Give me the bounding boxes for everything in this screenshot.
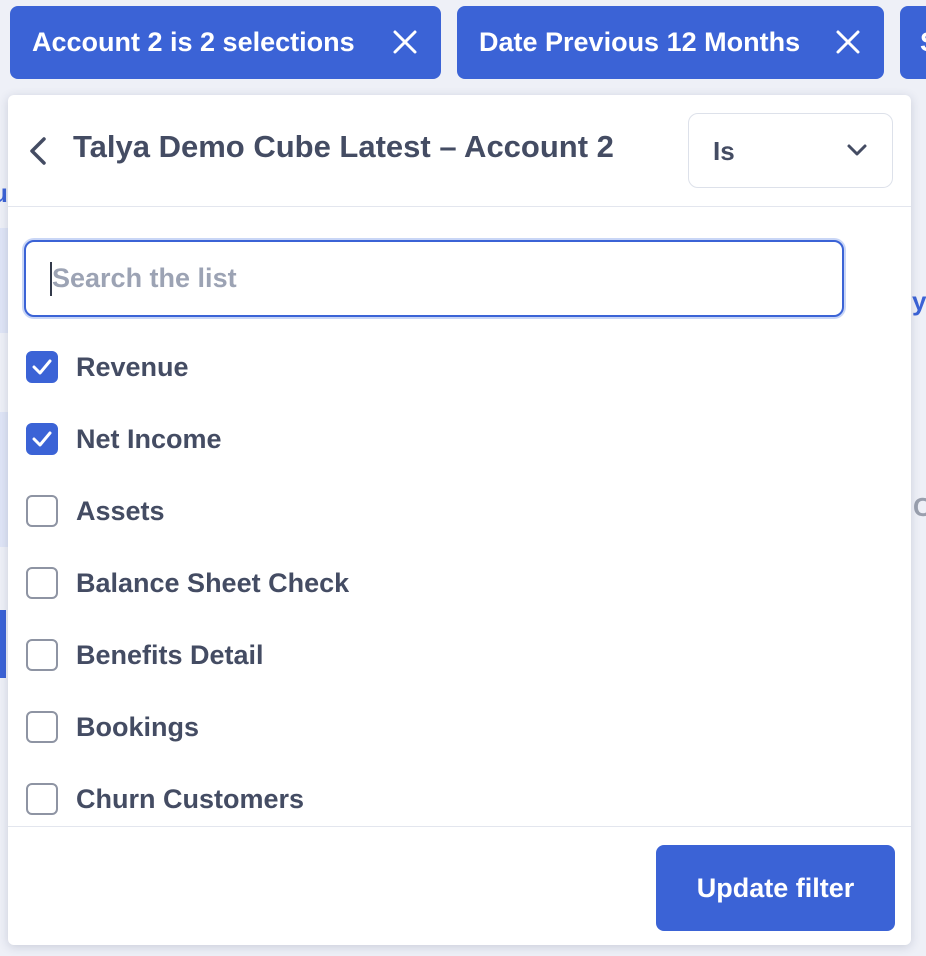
list-item[interactable]: Revenue (26, 343, 189, 391)
background-block (0, 412, 8, 547)
checkbox-unchecked[interactable] (26, 783, 58, 815)
search-input[interactable] (24, 240, 844, 317)
filter-chip-label: Date Previous 12 Months (479, 27, 801, 57)
chevron-down-icon (847, 144, 867, 156)
list-item[interactable]: Benefits Detail (26, 631, 264, 679)
list-item[interactable]: Balance Sheet Check (26, 559, 349, 607)
item-label: Benefits Detail (76, 639, 264, 670)
background-text: C (913, 492, 926, 522)
filter-chip-date[interactable]: Date Previous 12 Months (457, 6, 884, 79)
filter-chip-partial[interactable]: S (900, 6, 926, 79)
item-label: Assets (76, 495, 165, 526)
close-icon[interactable] (391, 28, 419, 56)
background-accent-bar (0, 610, 6, 678)
filter-chip-account[interactable]: Account 2 is 2 selections (10, 6, 441, 79)
checkbox-checked[interactable] (26, 351, 58, 383)
options-list[interactable]: Revenue Net Income Assets Balance Sheet … (8, 331, 911, 825)
item-label: Net Income (76, 423, 222, 454)
page: Account 2 is 2 selections Date Previous … (0, 0, 926, 956)
checkbox-unchecked[interactable] (26, 567, 58, 599)
list-item[interactable]: Net Income (26, 415, 222, 463)
panel-title: Talya Demo Cube Latest – Account 2 (73, 129, 614, 164)
filter-dropdown-panel: Talya Demo Cube Latest – Account 2 Is Re… (8, 95, 911, 945)
update-filter-button[interactable]: Update filter (656, 845, 895, 931)
checkbox-checked[interactable] (26, 423, 58, 455)
item-label: Churn Customers (76, 783, 305, 814)
checkmark-icon (32, 359, 52, 375)
checkbox-unchecked[interactable] (26, 711, 58, 743)
operator-value: Is (713, 136, 735, 166)
close-icon[interactable] (834, 28, 862, 56)
list-item[interactable]: Churn Customers (26, 775, 304, 823)
background-text: u (0, 178, 8, 209)
item-label: Revenue (76, 351, 189, 382)
filter-chip-label: Account 2 is 2 selections (32, 27, 355, 57)
operator-select[interactable]: Is (688, 113, 893, 188)
checkbox-unchecked[interactable] (26, 639, 58, 671)
panel-footer: Update filter (8, 826, 911, 945)
checkmark-icon (32, 431, 52, 447)
list-item[interactable]: Assets (26, 487, 165, 535)
chevron-left-icon[interactable] (26, 135, 52, 167)
filter-chip-label: S (920, 27, 926, 58)
item-label: Bookings (76, 711, 200, 742)
panel-header: Talya Demo Cube Latest – Account 2 Is (8, 95, 911, 207)
background-block (0, 228, 8, 333)
background-text: y (912, 286, 926, 316)
text-cursor (50, 262, 52, 296)
list-item[interactable]: Bookings (26, 703, 199, 751)
checkbox-unchecked[interactable] (26, 495, 58, 527)
item-label: Balance Sheet Check (76, 567, 350, 598)
